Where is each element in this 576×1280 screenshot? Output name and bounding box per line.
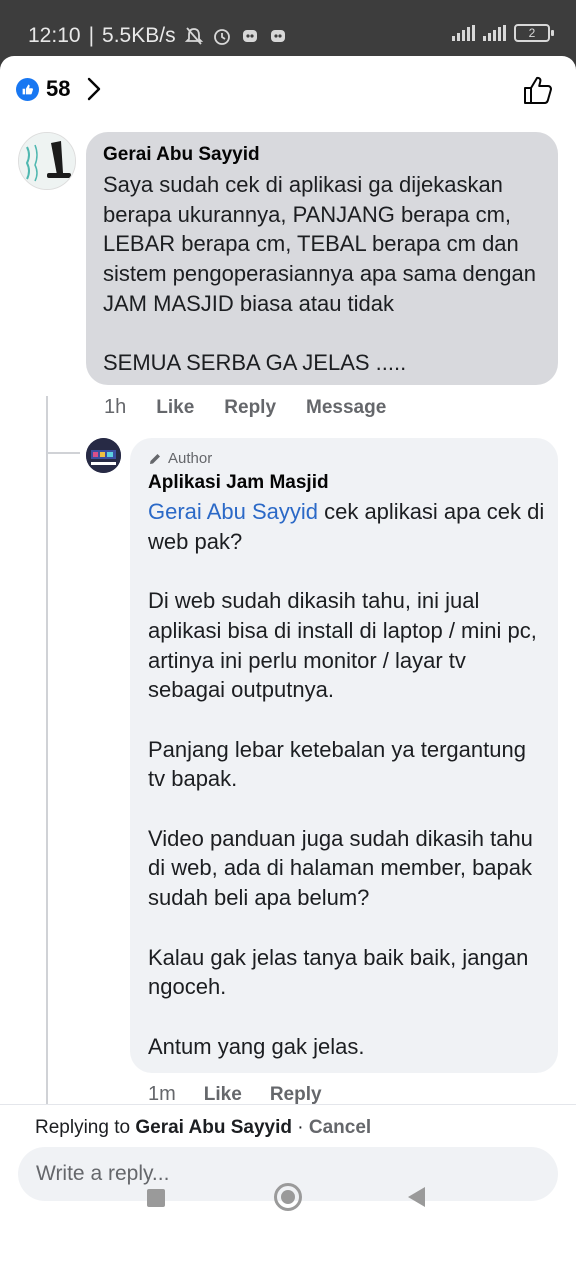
comment-bubble: Gerai Abu Sayyid Saya sudah cek di aplik… — [86, 132, 558, 385]
signal-icon — [452, 25, 475, 41]
chevron-right-icon[interactable] — [84, 76, 104, 102]
recent-apps-icon[interactable] — [147, 1189, 165, 1207]
author-badge: Author — [148, 450, 212, 467]
back-icon[interactable] — [408, 1187, 425, 1207]
reply-time[interactable]: 1m — [148, 1083, 176, 1106]
comment-time[interactable]: 1h — [104, 396, 126, 419]
comments-sheet: 58 Gerai Abu Sayyid Saya sudah cek di ap… — [0, 56, 576, 1280]
signal-4g-icon — [483, 25, 506, 41]
reply-bubble: Author Aplikasi Jam Masjid Gerai Abu Say… — [130, 438, 558, 1073]
reply-button[interactable]: Reply — [224, 397, 276, 419]
status-right: 2 — [452, 24, 554, 42]
status-net-speed: 5.5KB/s — [102, 24, 176, 47]
comment-text: Saya sudah cek di aplikasi ga dijekaskan… — [103, 172, 536, 376]
like-button[interactable]: Like — [204, 1084, 242, 1106]
like-count[interactable]: 58 — [46, 76, 70, 102]
replying-to-label: Replying to Gerai Abu Sayyid · Cancel — [35, 1117, 371, 1139]
status-time: 12:10 — [28, 24, 81, 47]
battery-icon: 2 — [514, 24, 554, 42]
app-notification-icon — [242, 30, 257, 42]
thread-connector — [46, 452, 80, 454]
mention-link[interactable]: Gerai Abu Sayyid — [148, 499, 318, 524]
cancel-button[interactable]: Cancel — [309, 1117, 371, 1138]
like-button[interactable]: Like — [156, 397, 194, 419]
reply-composer: Replying to Gerai Abu Sayyid · Cancel Wr… — [0, 1104, 576, 1280]
status-left: 12:10 | 5.5KB/s — [28, 24, 288, 48]
status-separator: | — [88, 24, 95, 47]
author-badge-label: Author — [168, 450, 213, 467]
status-bar: 12:10 | 5.5KB/s 2 — [0, 0, 576, 60]
mute-bell-icon — [184, 27, 203, 45]
reply-text: Gerai Abu Sayyid cek aplikasi apa cek di… — [148, 497, 548, 1061]
replying-name: Gerai Abu Sayyid — [135, 1117, 292, 1138]
comment-actions: 1h Like Reply Message — [104, 396, 386, 419]
reactions-header: 58 — [0, 56, 576, 126]
comment-author-name[interactable]: Gerai Abu Sayyid — [103, 144, 260, 166]
replying-separator: · — [291, 1117, 309, 1138]
system-nav-bar — [0, 1177, 576, 1237]
like-outline-icon[interactable] — [522, 74, 554, 106]
app-notification-icon-2 — [270, 30, 285, 42]
reply-author-name[interactable]: Aplikasi Jam Masjid — [148, 472, 329, 494]
reply-actions: 1m Like Reply — [148, 1083, 322, 1106]
reply-button[interactable]: Reply — [270, 1084, 322, 1106]
alarm-icon — [213, 29, 230, 45]
pencil-icon — [150, 453, 160, 464]
home-icon[interactable] — [274, 1183, 302, 1211]
reply-body: cek aplikasi apa cek di web pak? Di web … — [148, 499, 545, 1059]
message-button[interactable]: Message — [306, 397, 386, 419]
battery-level: 2 — [528, 26, 536, 40]
avatar[interactable] — [18, 132, 76, 190]
like-reaction-icon[interactable] — [16, 78, 39, 101]
avatar[interactable] — [86, 438, 121, 473]
thread-line — [46, 396, 48, 1116]
replying-prefix: Replying to — [35, 1117, 136, 1138]
